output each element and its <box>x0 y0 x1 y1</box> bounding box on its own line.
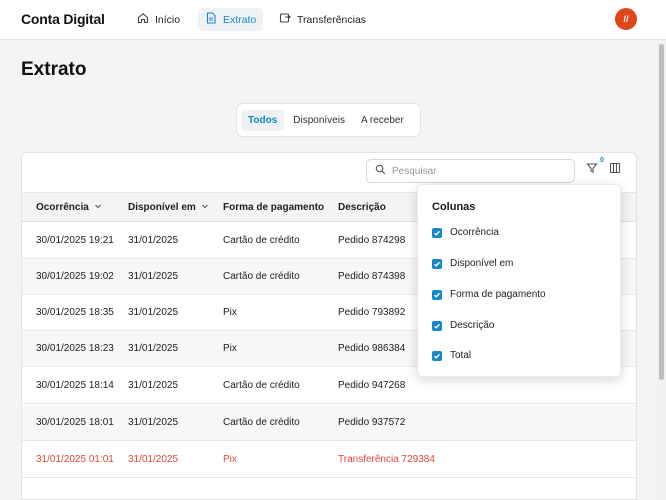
column-option-pagamento[interactable]: Forma de pagamento <box>432 289 546 300</box>
column-header-label: Ocorrência <box>36 202 89 213</box>
page-scrollbar[interactable] <box>657 40 666 500</box>
top-navbar: Conta Digital Início Extrato Transferênc… <box>0 0 666 40</box>
columns-dropdown-title: Colunas <box>432 201 476 213</box>
column-header-pagamento[interactable]: Forma de pagamento <box>223 202 324 213</box>
cell-descricao: Pedido 937572 <box>338 417 406 428</box>
column-option-label: Descrição <box>450 320 495 331</box>
cell-pagamento: Cartão de crédito <box>223 380 300 391</box>
cell-ocorrencia: 30/01/2025 18:14 <box>36 380 114 391</box>
cell-descricao: Pedido 874398 <box>338 271 406 282</box>
cell-disponivel: 31/01/2025 <box>128 417 179 428</box>
table-row[interactable]: 30/01/2025 18:01 31/01/2025 Cartão de cr… <box>22 405 636 441</box>
cell-pagamento: Cartão de crédito <box>223 235 300 246</box>
tab-todos[interactable]: Todos <box>241 109 285 131</box>
page-title: Extrato <box>21 59 87 80</box>
columns-icon <box>609 161 621 179</box>
checkbox-checked-icon[interactable] <box>432 350 442 361</box>
columns-button[interactable] <box>608 161 622 179</box>
nav-label: Transferências <box>297 13 367 26</box>
cell-disponivel: 31/01/2025 <box>128 235 179 246</box>
cell-descricao: Pedido 874298 <box>338 235 406 246</box>
cell-descricao: Pedido 793892 <box>338 307 406 318</box>
cell-ocorrencia: 30/01/2025 18:01 <box>36 417 114 428</box>
column-option-label: Disponível em <box>450 258 514 269</box>
cell-pagamento: Pix <box>223 343 237 354</box>
cell-ocorrencia: 30/01/2025 18:23 <box>36 343 114 354</box>
chevron-down-icon <box>201 202 209 213</box>
document-icon <box>205 12 217 27</box>
column-header-ocorrencia[interactable]: Ocorrência <box>36 202 102 213</box>
cell-descricao: Pedido 947268 <box>338 380 406 391</box>
cell-pagamento: Cartão de crédito <box>223 271 300 282</box>
nav-item-extrato[interactable]: Extrato <box>198 8 264 31</box>
cell-ocorrencia: 30/01/2025 19:21 <box>36 235 114 246</box>
cell-disponivel: 31/01/2025 <box>128 307 179 318</box>
table-row[interactable]: 31/01/2025 01:01 31/01/2025 Pix Transfer… <box>22 442 636 478</box>
cell-disponivel: 31/01/2025 <box>128 271 179 282</box>
transfer-icon <box>279 12 291 27</box>
column-header-label: Descrição <box>338 202 386 213</box>
cell-pagamento: Pix <box>223 454 237 465</box>
brand-logo[interactable]: Conta Digital <box>21 11 105 27</box>
column-option-label: Total <box>450 350 472 361</box>
filter-icon <box>586 161 598 179</box>
cell-disponivel: 31/01/2025 <box>128 343 179 354</box>
column-header-label: Forma de pagamento <box>223 202 325 213</box>
column-header-descricao[interactable]: Descrição <box>338 202 386 213</box>
cell-descricao: Pedido 986384 <box>338 343 406 354</box>
scrollbar-thumb[interactable] <box>659 44 664 380</box>
nav-label: Extrato <box>223 13 257 26</box>
avatar[interactable]: // <box>615 8 637 30</box>
cell-pagamento: Pix <box>223 307 237 318</box>
cell-descricao: Transferência 729384 <box>338 454 435 465</box>
columns-dropdown: Colunas Ocorrência Disponível em Forma d… <box>417 184 621 377</box>
checkbox-checked-icon[interactable] <box>432 258 442 269</box>
column-option-disponivel[interactable]: Disponível em <box>432 258 513 269</box>
column-option-ocorrencia[interactable]: Ocorrência <box>432 227 499 238</box>
search-input[interactable] <box>392 165 562 177</box>
cell-ocorrencia: 31/01/2025 01:01 <box>36 454 114 465</box>
chevron-down-icon <box>94 202 102 213</box>
column-option-label: Ocorrência <box>450 227 499 238</box>
column-header-disponivel[interactable]: Disponível em <box>128 202 209 213</box>
tab-a-receber[interactable]: A receber <box>354 110 411 131</box>
column-option-label: Forma de pagamento <box>450 289 546 300</box>
column-option-descricao[interactable]: Descrição <box>432 320 494 331</box>
cell-disponivel: 31/01/2025 <box>128 380 179 391</box>
checkbox-checked-icon[interactable] <box>432 227 442 238</box>
nav-item-transferencias[interactable]: Transferências <box>272 8 373 31</box>
home-icon <box>137 12 149 27</box>
column-option-total[interactable]: Total <box>432 350 471 361</box>
cell-ocorrencia: 30/01/2025 19:02 <box>36 271 114 282</box>
tab-group: Todos Disponíveis A receber <box>236 103 421 137</box>
filter-button[interactable] <box>585 163 599 177</box>
checkbox-checked-icon[interactable] <box>432 320 442 331</box>
search-box[interactable] <box>366 159 575 183</box>
nav-item-inicio[interactable]: Início <box>130 8 187 31</box>
cell-ocorrencia: 30/01/2025 18:35 <box>36 307 114 318</box>
column-header-label: Disponível em <box>128 202 196 213</box>
cell-pagamento: Cartão de crédito <box>223 417 300 428</box>
filter-count-badge: 0 <box>600 157 604 164</box>
cell-disponivel: 31/01/2025 <box>128 454 179 465</box>
search-icon <box>375 162 386 180</box>
tab-disponiveis[interactable]: Disponíveis <box>286 110 352 131</box>
checkbox-checked-icon[interactable] <box>432 289 442 300</box>
nav-label: Início <box>155 13 181 26</box>
